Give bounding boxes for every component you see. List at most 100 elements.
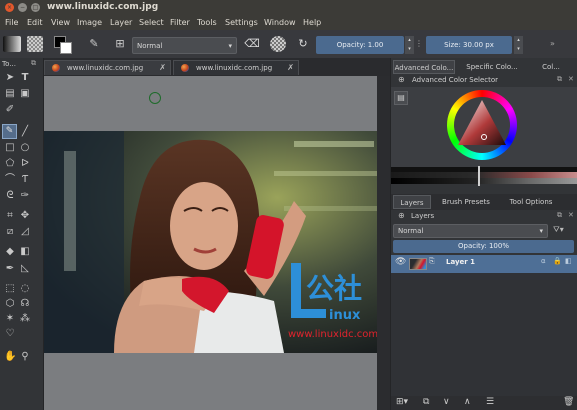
line-tool-icon[interactable]: ╱ [19, 126, 31, 138]
layer-type-icon: ⎘ [429, 257, 435, 265]
brush-preset-icon[interactable]: ✎ [86, 36, 102, 52]
maximize-window-button[interactable]: □ [31, 3, 40, 12]
move-down-icon[interactable]: ∨ [443, 397, 450, 407]
transform-tool-icon[interactable]: ⧄ [4, 226, 16, 238]
gradient-tool-icon[interactable]: ◧ [19, 246, 31, 258]
menu-settings[interactable]: Settings [225, 18, 258, 27]
assistant-tool-icon[interactable]: ◺ [19, 263, 31, 275]
close-window-button[interactable]: × [5, 3, 14, 12]
alpha-lock-icon[interactable]: ⍺ [541, 257, 546, 265]
close-docker-icon[interactable]: ✕ [568, 75, 574, 83]
pan-tool-icon[interactable]: ✋ [4, 351, 16, 363]
size-stepper[interactable]: ▴ ▾ [514, 36, 523, 54]
polygon-tool-icon[interactable]: ⬠ [4, 158, 16, 170]
polygon-select-icon[interactable]: ⬡ [4, 298, 16, 310]
close-tab-icon[interactable]: ✗ [287, 61, 294, 75]
fill-tool-icon[interactable]: ◆ [4, 246, 16, 258]
layers-settings-icon[interactable]: ⊕ [398, 211, 405, 220]
ellipse-tool-icon[interactable]: ○ [19, 142, 31, 154]
opacity-slider[interactable]: Opacity: 1.00 [316, 36, 404, 54]
layer-row[interactable]: 👁 ⎘ Layer 1 ⍺ 🔒 ◧ [391, 255, 577, 273]
tab-specific-color[interactable]: Specific Colo... [457, 60, 527, 74]
close-tab-icon[interactable]: ✗ [159, 61, 166, 75]
menu-view[interactable]: View [51, 18, 70, 27]
measure-tool-icon[interactable]: ◿ [19, 226, 31, 238]
move-tool-icon[interactable]: ✥ [19, 210, 31, 222]
settings-icon[interactable]: ⊕ [398, 75, 405, 84]
pattern-preset-icon[interactable] [27, 36, 43, 52]
saturation-triangle[interactable] [454, 97, 510, 153]
float-docker-icon[interactable]: ⧉ [557, 75, 562, 84]
menu-window[interactable]: Window [264, 18, 296, 27]
freehand-path-icon[interactable]: Ƭ [19, 174, 31, 186]
color-picker-icon[interactable]: ✒ [4, 263, 16, 275]
layer-opacity-slider[interactable]: Opacity: 100% [393, 240, 574, 253]
preserve-alpha-icon[interactable] [270, 36, 286, 52]
multibrush-icon[interactable]: ✑ [19, 190, 31, 202]
toolbar-overflow-icon[interactable]: » [550, 36, 560, 52]
menu-select[interactable]: Select [139, 18, 164, 27]
inherit-alpha-icon[interactable]: ◧ [565, 257, 572, 265]
layer-filter-icon[interactable]: ⛛▾ [553, 225, 564, 235]
tab-tool-options[interactable]: Tool Options [502, 195, 560, 209]
menu-layer[interactable]: Layer [110, 18, 132, 27]
title-bar: × − □ www.linuxidc.com.jpg [0, 0, 577, 16]
tab-document-2[interactable]: www.linuxidc.com.jpg ✗ [173, 60, 299, 75]
close-docker-icon[interactable]: ✕ [568, 211, 574, 219]
dynamic-brush-icon[interactable]: ᘓ [4, 190, 16, 202]
watermark-chinese: 公社 [306, 272, 362, 305]
menu-help[interactable]: Help [303, 18, 321, 27]
tab-brush-presets[interactable]: Brush Presets [435, 195, 497, 209]
delete-layer-icon[interactable]: 🗑 [563, 397, 574, 407]
size-slider[interactable]: Size: 30.00 px [426, 36, 512, 54]
lock-ratio-icon[interactable]: ⋮ [415, 36, 423, 52]
text-tool-icon[interactable]: T [19, 72, 31, 84]
color-menu-button[interactable]: ▤ [394, 91, 408, 105]
add-layer-icon[interactable]: ⊞▾ [396, 397, 408, 407]
brush-editor-icon[interactable]: ⊞ [112, 36, 128, 52]
minimize-window-button[interactable]: − [18, 3, 27, 12]
menu-tools[interactable]: Tools [197, 18, 217, 27]
freehand-select-icon[interactable]: ☊ [19, 298, 31, 310]
rect-select-icon[interactable]: ⬚ [4, 283, 16, 295]
layer-properties-icon[interactable]: ☰ [486, 397, 494, 407]
menu-image[interactable]: Image [77, 18, 102, 27]
bezier-select-icon[interactable]: ♡ [4, 328, 16, 340]
edit-shapes-icon[interactable]: ▤ [4, 88, 16, 100]
visibility-eye-icon[interactable]: 👁 [395, 257, 406, 267]
zoom-tool-icon[interactable]: ⚲ [19, 351, 31, 363]
tab-label: Specific Colo... [466, 63, 518, 71]
duplicate-layer-icon[interactable]: ⧉ [423, 397, 429, 407]
canvas-scrollbar[interactable] [377, 76, 390, 410]
polyline-tool-icon[interactable]: ᐅ [19, 158, 31, 170]
float-docker-icon[interactable]: ⧉ [557, 211, 562, 220]
brush-tool-icon[interactable]: ✐ [4, 104, 16, 116]
tab-advanced-color[interactable]: Advanced Colo... [393, 60, 455, 74]
reload-preset-icon[interactable]: ↻ [295, 36, 311, 52]
similar-select-icon[interactable]: ⁂ [19, 313, 31, 325]
document-tabs: www.linuxidc.com.jpg ✗ www.linuxidc.com.… [44, 58, 390, 76]
magic-wand-icon[interactable]: ✶ [4, 313, 16, 325]
menu-file[interactable]: File [5, 18, 18, 27]
gradient-preset-icon[interactable] [3, 36, 21, 52]
opacity-stepper[interactable]: ▴ ▾ [405, 36, 414, 54]
menu-filter[interactable]: Filter [170, 18, 190, 27]
tab-layers[interactable]: Layers [393, 195, 431, 209]
select-shapes-icon[interactable]: ➤ [4, 72, 16, 84]
tab-document-1[interactable]: www.linuxidc.com.jpg ✗ [44, 60, 171, 75]
rectangle-tool-icon[interactable]: □ [4, 142, 16, 154]
tab-color-more[interactable]: Col... [531, 60, 571, 74]
crop-tool-icon[interactable]: ⌗ [4, 210, 16, 222]
menu-edit[interactable]: Edit [27, 18, 43, 27]
fg-bg-color-icon[interactable] [54, 36, 72, 54]
lock-icon[interactable]: 🔒 [553, 257, 562, 265]
freehand-brush-icon[interactable]: ✎ [2, 124, 17, 139]
bezier-tool-icon[interactable]: ⌒ [4, 174, 16, 186]
move-up-icon[interactable]: ∧ [464, 397, 471, 407]
color-gray-strip[interactable] [391, 178, 577, 184]
ellipse-select-icon[interactable]: ◌ [19, 283, 31, 295]
eraser-mode-icon[interactable]: ⌫ [244, 36, 260, 52]
blend-mode-select[interactable]: Normal ▾ [132, 37, 237, 54]
layer-blend-select[interactable]: Normal ▾ [393, 224, 548, 238]
calligraphy-icon[interactable]: ▣ [19, 88, 31, 100]
